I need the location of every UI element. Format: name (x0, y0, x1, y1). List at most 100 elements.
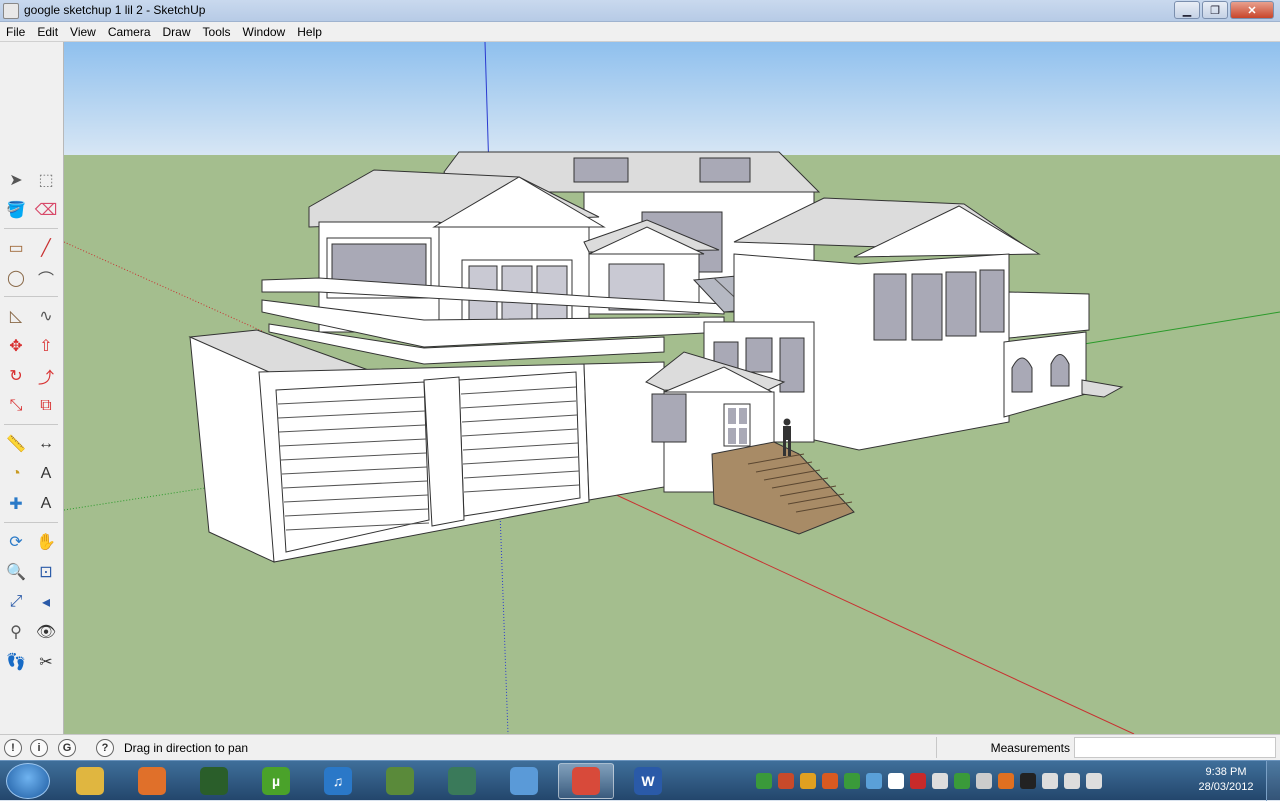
right-window-2 (911, 273, 943, 341)
clock[interactable]: 9:38 PM 28/03/2012 (1196, 765, 1256, 795)
tray-icon[interactable] (778, 773, 794, 789)
tray-icon[interactable] (866, 773, 882, 789)
zoom-window-icon[interactable]: ⊡ (32, 558, 60, 586)
tray-icon[interactable] (1064, 773, 1080, 789)
maximize-button[interactable]: ❐ (1202, 1, 1228, 19)
tray-icon[interactable] (844, 773, 860, 789)
tray-icon[interactable] (954, 773, 970, 789)
sketchup-app-icon[interactable] (3, 3, 19, 19)
tool-group-separator (4, 228, 58, 229)
clock-date: 28/03/2012 (1198, 781, 1254, 793)
arc-icon[interactable]: ⌒ (32, 264, 60, 292)
menu-tools[interactable]: Tools (197, 25, 237, 39)
system-tray (756, 767, 1196, 795)
status-bar: ! i G ? Drag in direction to pan Measure… (0, 734, 1280, 760)
tray-icon[interactable] (932, 773, 948, 789)
tray-icon[interactable] (976, 773, 992, 789)
section-plane-icon[interactable]: ✂ (32, 648, 60, 676)
arched-window-1 (1011, 357, 1033, 393)
zoom-icon[interactable]: 🔍 (2, 558, 30, 586)
tray-icon[interactable] (910, 773, 926, 789)
network-icon (510, 767, 538, 795)
tray-icon[interactable] (822, 773, 838, 789)
protractor-icon[interactable]: ◔ (2, 460, 30, 488)
taskbar-itunes-button[interactable]: ♫ (310, 763, 366, 799)
start-button[interactable] (6, 763, 50, 799)
3d-text-icon[interactable]: A (32, 490, 60, 518)
polygon-icon[interactable]: ◺ (2, 302, 30, 330)
tray-icon[interactable] (1042, 773, 1058, 789)
tray-icon[interactable] (1020, 773, 1036, 789)
modeling-viewport[interactable] (64, 42, 1280, 734)
skylight-2 (699, 157, 751, 183)
taskbar-word-button[interactable]: W (620, 763, 676, 799)
tray-icon[interactable] (888, 773, 904, 789)
close-button[interactable]: ✕ (1230, 1, 1274, 19)
right-deck (1008, 291, 1090, 339)
credits-icon[interactable]: i (30, 739, 48, 757)
utorrent-icon: µ (262, 767, 290, 795)
taskbar-minecraft-button[interactable] (372, 763, 428, 799)
tool-group-separator (4, 296, 58, 297)
line-icon[interactable]: ╱ (32, 234, 60, 262)
freehand-icon[interactable]: ∿ (32, 302, 60, 330)
terminal-icon (448, 767, 476, 795)
menu-edit[interactable]: Edit (31, 25, 64, 39)
menu-camera[interactable]: Camera (102, 25, 157, 39)
minimize-button[interactable]: ▁ (1174, 1, 1200, 19)
offset-icon[interactable]: ⧉ (32, 392, 60, 420)
tray-icon[interactable] (998, 773, 1014, 789)
show-desktop-button[interactable] (1266, 761, 1280, 801)
make-component-icon[interactable]: ⬚ (32, 166, 60, 194)
previous-view-icon[interactable]: ◂ (32, 588, 60, 616)
text-icon[interactable]: A (32, 460, 60, 488)
taskbar-firefox-button[interactable] (124, 763, 180, 799)
tray-icon[interactable] (756, 773, 772, 789)
menu-file[interactable]: File (0, 25, 31, 39)
large-tool-set: ➤ ⬚ 🪣 ⌫ ▭ ╱ ◯ ⌒ ◺ ∿ ✥ ⇧ ↻ ⤴ ⤡ ⧉ 📏 ↔ ◔ A ✚ A ⟳ ✋ 🔍 ⊡ ⤢ ◂ ⚲ 👁 👣 ✂ (0, 42, 64, 734)
zoom-extents-icon[interactable]: ⤢ (2, 588, 30, 616)
measurements-box[interactable] (1074, 737, 1276, 758)
measurements-label: Measurements (936, 737, 1074, 758)
taskbar-explorer-button[interactable] (62, 763, 118, 799)
dimension-icon[interactable]: ↔ (32, 430, 60, 458)
push-pull-icon[interactable]: ⇧ (32, 332, 60, 360)
taskbar-monitor-button[interactable] (186, 763, 242, 799)
explorer-icon (76, 767, 104, 795)
paint-bucket-icon[interactable]: 🪣 (2, 196, 30, 224)
taskbar-network-button[interactable] (496, 763, 552, 799)
minecraft-icon (386, 767, 414, 795)
scale-icon[interactable]: ⤡ (2, 392, 30, 420)
taskbar-sketchup-button[interactable] (558, 763, 614, 799)
menu-draw[interactable]: Draw (157, 25, 197, 39)
help-icon[interactable]: ? (96, 739, 114, 757)
tape-measure-icon[interactable]: 📏 (2, 430, 30, 458)
axes-icon[interactable]: ✚ (2, 490, 30, 518)
walk-icon[interactable]: 👣 (2, 648, 30, 676)
scene (64, 42, 1280, 734)
tray-icon[interactable] (800, 773, 816, 789)
tray-icon[interactable] (1086, 773, 1102, 789)
position-camera-icon[interactable]: ⚲ (2, 618, 30, 646)
skylight-1 (573, 157, 629, 183)
right-window-4 (979, 269, 1005, 333)
menu-window[interactable]: Window (237, 25, 292, 39)
rectangle-icon[interactable]: ▭ (2, 234, 30, 262)
move-icon[interactable]: ✥ (2, 332, 30, 360)
taskbar-utorrent-button[interactable]: µ (248, 763, 304, 799)
menu-help[interactable]: Help (291, 25, 328, 39)
rotate-icon[interactable]: ↻ (2, 362, 30, 390)
taskbar-terminal-button[interactable] (434, 763, 490, 799)
orbit-icon[interactable]: ⟳ (2, 528, 30, 556)
circle-icon[interactable]: ◯ (2, 264, 30, 292)
sign-in-icon[interactable]: G (58, 739, 76, 757)
itunes-icon: ♫ (324, 767, 352, 795)
follow-me-icon[interactable]: ⤴ (32, 362, 60, 390)
select-icon[interactable]: ➤ (2, 166, 30, 194)
menu-view[interactable]: View (64, 25, 102, 39)
status-hint: Drag in direction to pan (124, 741, 249, 755)
look-around-icon[interactable]: 👁 (32, 618, 60, 646)
geo-location-icon[interactable]: ! (4, 739, 22, 757)
pan-icon[interactable]: ✋ (32, 528, 60, 556)
eraser-icon[interactable]: ⌫ (32, 196, 60, 224)
